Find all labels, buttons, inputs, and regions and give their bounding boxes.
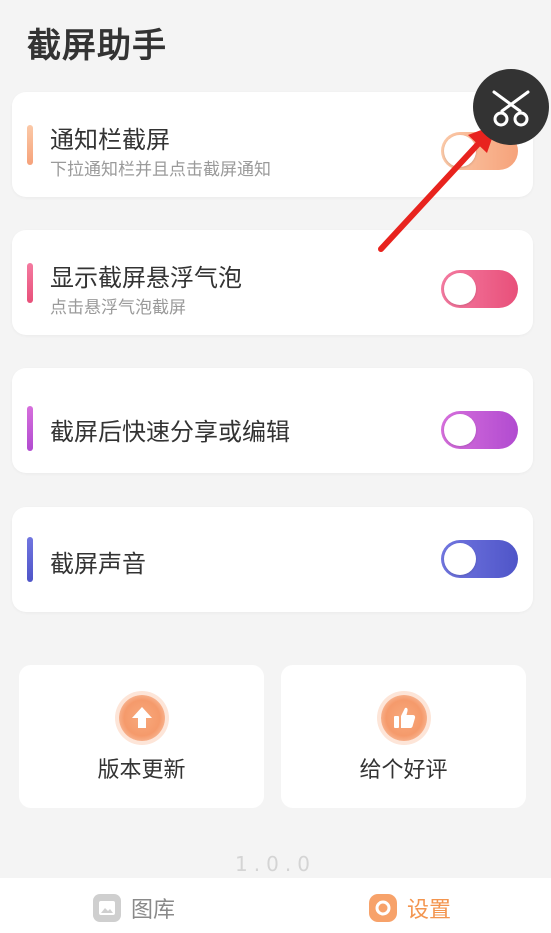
toggle-knob xyxy=(444,414,476,446)
gallery-icon-svg xyxy=(99,901,115,915)
version-update-button[interactable]: 版本更新 xyxy=(19,665,264,808)
accent-bar xyxy=(27,125,33,165)
nav-item-settings[interactable]: 设置 xyxy=(369,893,451,923)
screenshot-sound-toggle[interactable] xyxy=(441,540,518,578)
thumbs-up-icon-svg xyxy=(393,707,415,728)
setting-notification-screenshot[interactable]: 通知栏截屏 下拉通知栏并且点击截屏通知 xyxy=(12,92,533,197)
setting-title: 通知栏截屏 xyxy=(50,126,170,154)
setting-subtitle: 下拉通知栏并且点击截屏通知 xyxy=(50,160,271,180)
bottom-navigation: 图库 设置 xyxy=(0,878,551,933)
floating-bubble-toggle[interactable] xyxy=(441,270,518,308)
settings-icon xyxy=(369,894,397,922)
setting-screenshot-sound[interactable]: 截屏声音 xyxy=(12,507,533,612)
app-screen: 截屏助手 通知栏截屏 下拉通知栏并且点击截屏通知 显示截屏悬浮气泡 点击悬浮气泡… xyxy=(0,0,551,933)
thumbs-up-icon xyxy=(380,695,427,741)
setting-subtitle: 点击悬浮气泡截屏 xyxy=(50,298,186,318)
arrow-up-icon xyxy=(118,695,165,741)
nav-label-settings: 设置 xyxy=(407,898,452,923)
nav-item-gallery[interactable]: 图库 xyxy=(93,893,175,923)
setting-title: 显示截屏悬浮气泡 xyxy=(50,264,242,292)
page-title: 截屏助手 xyxy=(27,26,167,66)
arrow-up-icon-svg xyxy=(131,707,152,728)
floating-screenshot-bubble[interactable] xyxy=(473,69,549,145)
gallery-icon xyxy=(93,894,121,922)
accent-bar xyxy=(27,537,33,582)
toggle-knob xyxy=(444,135,476,167)
version-text: 1.0.0 xyxy=(235,852,316,876)
setting-title: 截屏声音 xyxy=(50,550,146,578)
accent-bar xyxy=(27,406,33,451)
nav-label-gallery: 图库 xyxy=(131,898,176,923)
quick-share-toggle[interactable] xyxy=(441,411,518,449)
rate-app-label: 给个好评 xyxy=(359,758,448,783)
rate-app-button[interactable]: 给个好评 xyxy=(281,665,526,808)
toggle-knob xyxy=(444,273,476,305)
scissors-icon xyxy=(492,90,530,127)
version-update-label: 版本更新 xyxy=(97,758,186,783)
setting-floating-bubble[interactable]: 显示截屏悬浮气泡 点击悬浮气泡截屏 xyxy=(12,230,533,335)
setting-title: 截屏后快速分享或编辑 xyxy=(50,418,290,446)
toggle-knob xyxy=(444,543,476,575)
setting-quick-share[interactable]: 截屏后快速分享或编辑 xyxy=(12,368,533,473)
settings-icon-svg xyxy=(375,900,391,916)
accent-bar xyxy=(27,263,33,303)
